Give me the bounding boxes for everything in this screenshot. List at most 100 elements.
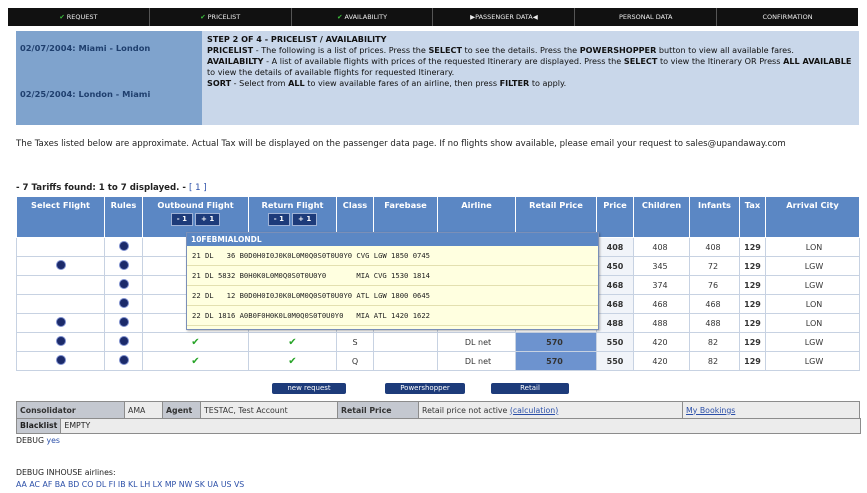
arrival-city-cell: LGW [765,351,860,371]
select-flight-cell [16,237,105,257]
agent-value: TESTAC, Test Account [200,401,338,419]
rules-button[interactable] [118,355,129,365]
popup-flight-line: 21 DL 5832 B0H0K0L0M0Q0S0T0U0Y0 MIA CVG … [187,266,598,286]
price-cell: 550 [596,332,634,352]
price-cell: 488 [596,313,634,333]
outbound-flight-cell: ✔ [142,332,249,352]
check-icon: ✔ [288,355,297,367]
check-icon: ✔ [191,336,200,348]
debug-inhouse-label: DEBUG INHOUSE airlines: [16,468,116,477]
my-bookings-link[interactable]: My Bookings [686,406,735,415]
step-request: ✔ REQUEST [8,8,150,26]
tax-cell: 129 [739,313,766,333]
retail-price-status: Retail price not active (calculation) [418,401,683,419]
outbound-minus-button[interactable]: - 1 [170,213,194,226]
select-flight-cell [16,313,105,333]
airline-cell: DL net [437,332,516,352]
return-plus-button[interactable]: + 1 [292,213,318,226]
price-cell: 550 [596,351,634,371]
rules-button[interactable] [118,260,129,270]
arrival-city-cell: LON [765,237,860,257]
retail-price-label: Retail Price [337,401,419,419]
popup-flight-line: 22 DL 1816 A0B0F0H0K0L0M0Q0S0T0U0Y0 MIA … [187,306,598,326]
children-cell: 420 [633,332,690,352]
rules-button[interactable] [118,336,129,346]
inhouse-airlines-list[interactable]: AA AC AF BA BD CO DL FI IB KL LH LX MP N… [16,480,244,489]
debug-yes-link[interactable]: yes [47,436,60,445]
select-flight-cell [16,275,105,295]
children-cell: 468 [633,294,690,314]
price-cell: 408 [596,237,634,257]
farebase-cell [373,332,438,352]
infants-cell: 408 [689,237,740,257]
farebase-cell [373,351,438,371]
popup-title: 10FEBMIALONDL [187,233,598,246]
children-cell: 345 [633,256,690,276]
rules-cell [104,313,143,333]
rules-button[interactable] [118,279,129,289]
page-link[interactable]: [ 1 ] [189,183,207,193]
tax-cell: 129 [739,256,766,276]
step-title: STEP 2 OF 4 - PRICELIST / AVAILABILITY [207,34,387,44]
table-row: ✔ ✔ S DL net 570 550 420 82 129 LGW [16,332,860,352]
tax-cell: 129 [739,237,766,257]
col-infants: Infants [689,196,740,238]
select-flight-button[interactable] [55,336,66,346]
consolidator-bar: Consolidator AMA Agent TESTAC, Test Acco… [16,401,860,419]
select-flight-button[interactable] [55,260,66,270]
class-cell: S [336,332,374,352]
select-flight-cell [16,332,105,352]
price-cell: 450 [596,256,634,276]
info-panel: 02/07/2004: Miami - London 02/25/2004: L… [16,31,859,125]
route-return: 02/25/2004: London - Miami [20,89,151,99]
check-icon: ✔ [200,13,206,21]
col-children: Children [633,196,690,238]
table-row: ✔ ✔ Q DL net 570 550 420 82 129 LGW [16,351,860,371]
select-flight-button[interactable] [55,355,66,365]
powershopper-button[interactable]: Powershopper [385,383,465,394]
debug-line: DEBUG yes [16,436,60,445]
select-flight-cell [16,294,105,314]
return-flight-cell: ✔ [248,351,337,371]
col-select-flight: Select Flight [16,196,105,238]
select-flight-cell [16,351,105,371]
bookings-cell: My Bookings [682,401,860,419]
col-tax: Tax [739,196,766,238]
route-outbound: 02/07/2004: Miami - London [20,43,151,53]
rules-cell [104,237,143,257]
infants-cell: 488 [689,313,740,333]
step-confirmation: CONFIRMATION [762,13,813,21]
step-personal-data: PERSONAL DATA [575,8,718,26]
outbound-plus-button[interactable]: + 1 [195,213,221,226]
col-arrival-city: Arrival City [765,196,860,238]
retail-button[interactable]: Retail [491,383,569,394]
children-cell: 374 [633,275,690,295]
return-minus-button[interactable]: - 1 [267,213,291,226]
step-passenger-data: ▶PASSENGER DATA◀ [433,8,576,26]
arrival-city-cell: LON [765,313,860,333]
class-cell: Q [336,351,374,371]
rules-button[interactable] [118,317,129,327]
rules-cell [104,332,143,352]
blacklist-value: EMPTY [64,421,91,430]
outbound-flight-cell: ✔ [142,351,249,371]
children-cell: 488 [633,313,690,333]
new-request-button[interactable]: new request [272,383,346,394]
children-cell: 408 [633,237,690,257]
rules-button[interactable] [118,298,129,308]
select-flight-button[interactable] [55,317,66,327]
check-icon: ✔ [59,13,65,21]
tax-cell: 129 [739,294,766,314]
children-cell: 420 [633,351,690,371]
step-pricelist: ✔ PRICELIST [150,8,292,26]
arrival-city-cell: LGW [765,275,860,295]
rules-cell [104,294,143,314]
infants-cell: 82 [689,351,740,371]
rules-cell [104,275,143,295]
consolidator-label: Consolidator [16,401,125,419]
rules-button[interactable] [118,241,129,251]
price-cell: 468 [596,294,634,314]
check-icon: ✔ [288,336,297,348]
calculation-link[interactable]: (calculation) [510,406,558,415]
rules-cell [104,351,143,371]
